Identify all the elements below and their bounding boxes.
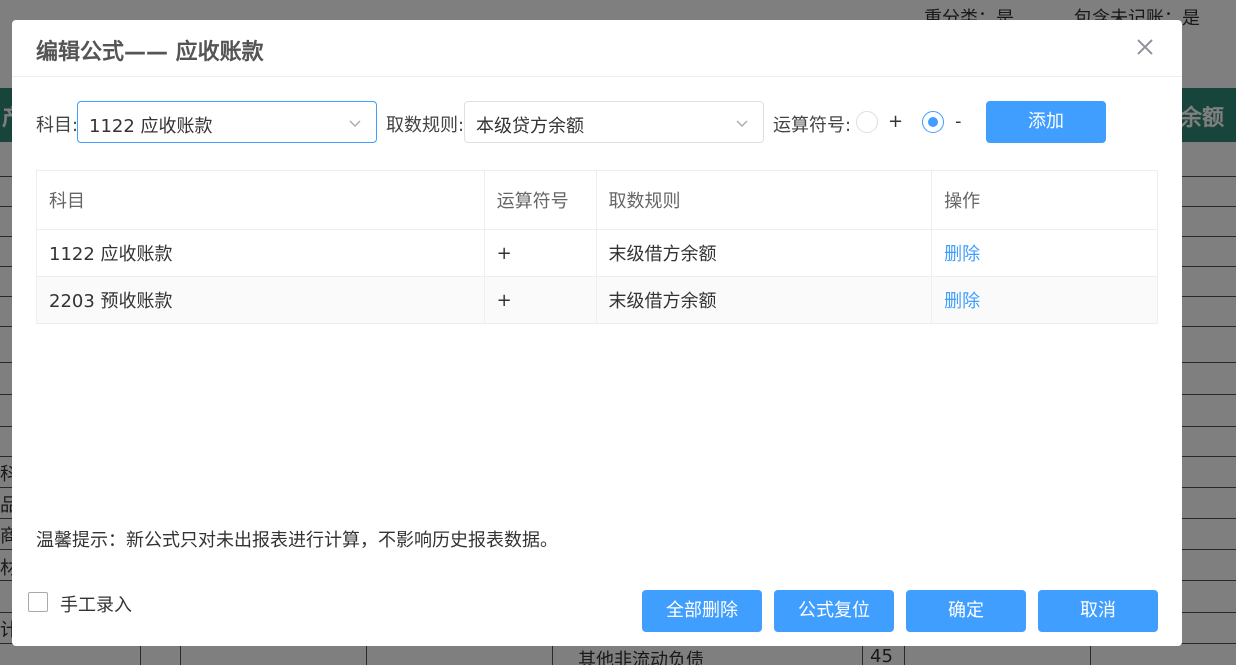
edit-formula-dialog: 编辑公式—— 应收账款 科目: 1122 应收账款 取数规则: 本级贷方余额 运… — [12, 20, 1182, 646]
cell-action: 删除 — [931, 229, 1158, 277]
column-header-rule: 取数规则 — [596, 170, 933, 230]
dialog-header: 编辑公式—— 应收账款 — [12, 20, 1182, 77]
column-header-operator: 运算符号 — [484, 170, 597, 230]
formula-items-table: 科目 运算符号 取数规则 操作 1122 应收账款 + 末级借方余额 删除 22… — [36, 170, 1158, 324]
operator-plus-radio[interactable] — [856, 111, 878, 133]
cancel-button[interactable]: 取消 — [1038, 590, 1158, 632]
cell-subject: 2203 预收账款 — [36, 276, 485, 324]
manual-entry-checkbox[interactable] — [28, 592, 48, 612]
formula-form-row: 科目: 1122 应收账款 取数规则: 本级贷方余额 运算符号: + - 添加 — [12, 101, 1182, 143]
manual-entry-label[interactable]: 手工录入 — [60, 591, 132, 617]
table-row: 1122 应收账款 + 末级借方余额 删除 — [36, 229, 1158, 277]
table-row: 2203 预收账款 + 末级借方余额 删除 — [36, 276, 1158, 324]
column-header-action: 操作 — [931, 170, 1158, 230]
cell-subject: 1122 应收账款 — [36, 229, 485, 277]
cell-rule: 末级借方余额 — [596, 276, 933, 324]
delete-row-link[interactable]: 删除 — [944, 244, 980, 265]
rule-label: 取数规则: — [386, 115, 465, 136]
cell-operator: + — [484, 276, 597, 324]
subject-select-value: 1122 应收账款 — [89, 116, 213, 137]
subject-select[interactable]: 1122 应收账款 — [77, 101, 377, 143]
cell-action: 删除 — [931, 276, 1158, 324]
delete-all-button[interactable]: 全部删除 — [642, 590, 762, 632]
warm-tip-text: 温馨提示：新公式只对未出报表进行计算，不影响历史报表数据。 — [36, 530, 558, 551]
rule-select-value: 本级贷方余额 — [476, 116, 584, 137]
operator-minus-label[interactable]: - — [955, 111, 962, 132]
add-button[interactable]: 添加 — [986, 101, 1106, 143]
operator-minus-radio[interactable] — [922, 111, 944, 133]
chevron-down-icon — [736, 120, 748, 127]
subject-label: 科目: — [36, 115, 79, 136]
operator-label: 运算符号: — [773, 115, 852, 136]
confirm-button[interactable]: 确定 — [906, 590, 1026, 632]
column-header-subject: 科目 — [36, 170, 485, 230]
cell-operator: + — [484, 229, 597, 277]
dialog-title: 编辑公式—— 应收账款 — [36, 40, 264, 65]
operator-plus-label[interactable]: + — [888, 111, 903, 132]
chevron-down-icon — [349, 120, 361, 127]
delete-row-link[interactable]: 删除 — [944, 291, 980, 312]
close-icon[interactable] — [1134, 36, 1156, 58]
rule-select[interactable]: 本级贷方余额 — [464, 101, 764, 143]
reset-formula-button[interactable]: 公式复位 — [774, 590, 894, 632]
cell-rule: 末级借方余额 — [596, 229, 933, 277]
table-header-row: 科目 运算符号 取数规则 操作 — [36, 170, 1158, 230]
